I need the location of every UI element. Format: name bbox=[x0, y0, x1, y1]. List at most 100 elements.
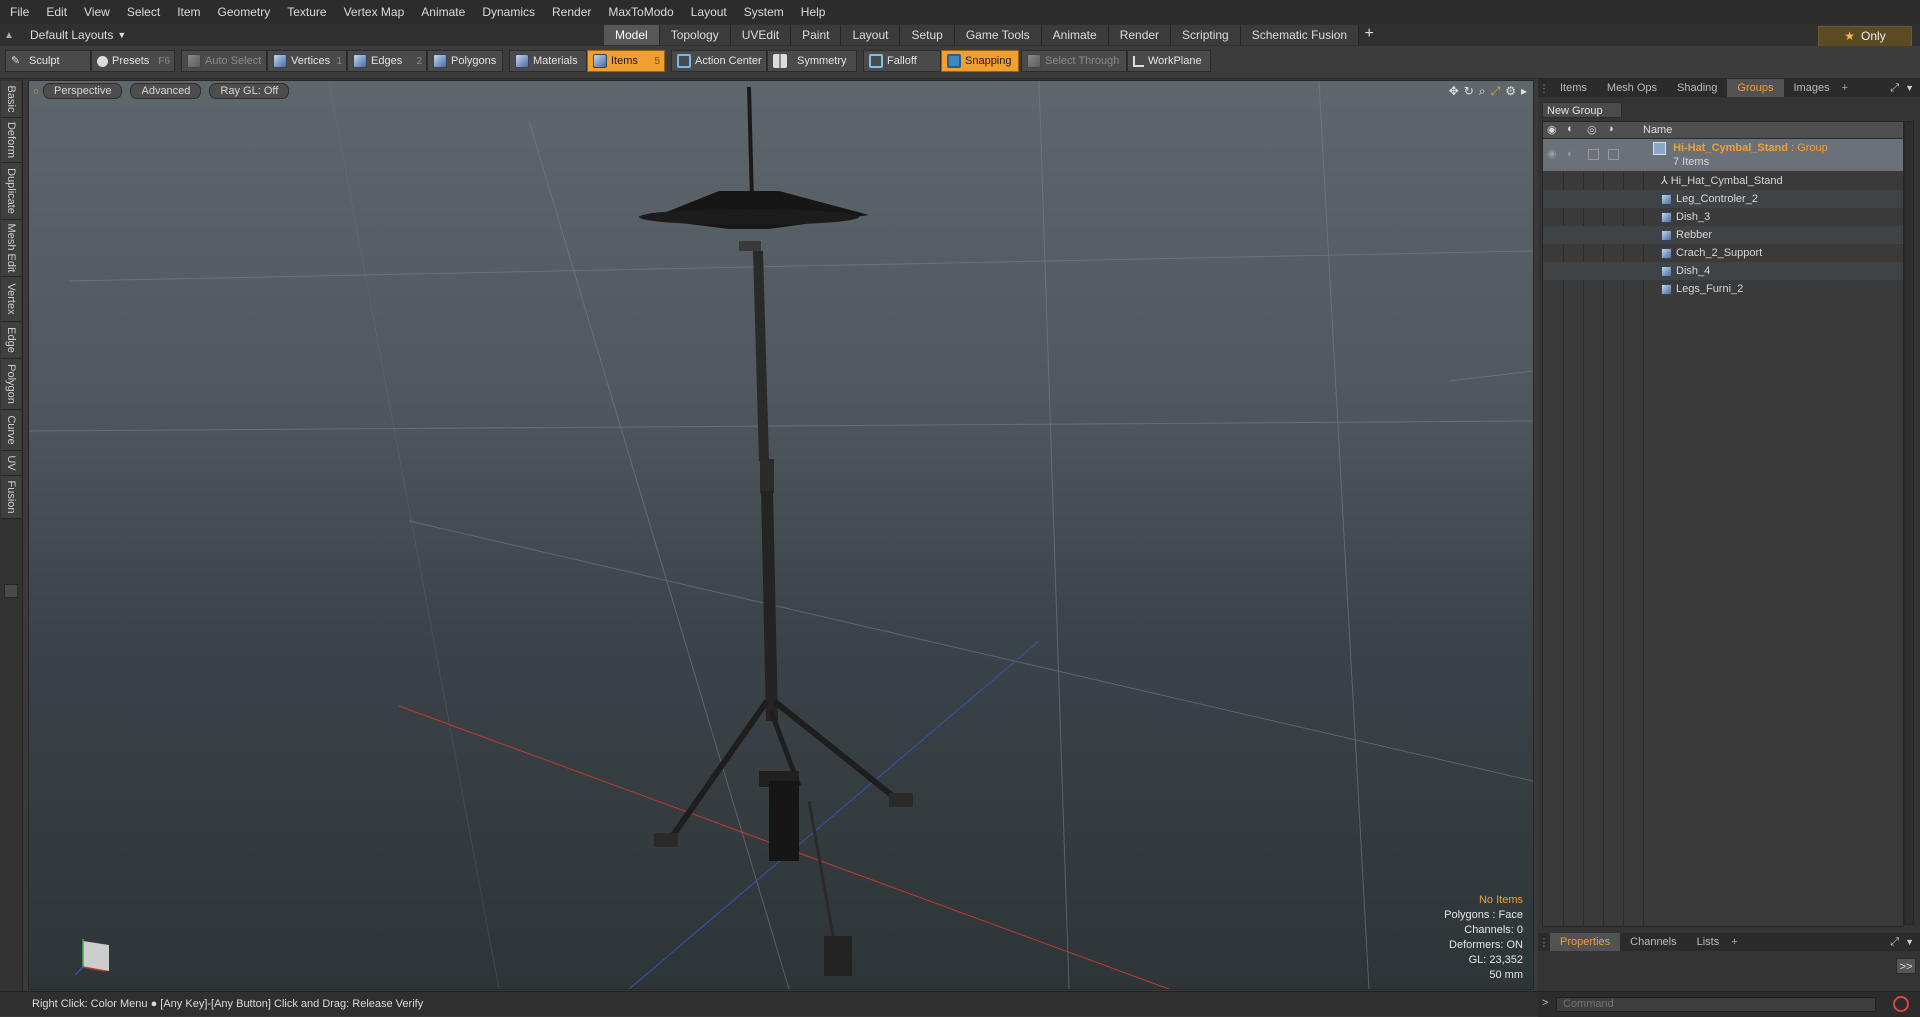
outliner-scrollbar[interactable] bbox=[1904, 121, 1914, 925]
list-item[interactable]: Crach_2_Support bbox=[1543, 244, 1903, 262]
menu-item[interactable]: Item bbox=[167, 0, 207, 24]
menu-animate[interactable]: Animate bbox=[411, 0, 472, 24]
only-toggle-button[interactable]: ★ Only bbox=[1818, 26, 1912, 47]
add-properties-tab-icon[interactable]: + bbox=[1731, 936, 1737, 948]
tab-channels[interactable]: Channels bbox=[1620, 933, 1686, 951]
tabs-config-button[interactable] bbox=[4, 584, 18, 598]
group-select-checkbox[interactable] bbox=[1608, 149, 1619, 160]
workplane-button[interactable]: WorkPlane bbox=[1127, 50, 1211, 72]
menu-texture[interactable]: Texture bbox=[277, 0, 333, 24]
render-icon[interactable]: ◐ bbox=[1567, 123, 1574, 135]
list-item[interactable]: Rebber bbox=[1543, 226, 1903, 244]
tab-images[interactable]: Images bbox=[1784, 79, 1840, 97]
snapping-button[interactable]: Snapping bbox=[941, 50, 1019, 72]
vtab-deform[interactable]: Deform bbox=[1, 118, 21, 163]
menu-select[interactable]: Select bbox=[117, 0, 167, 24]
tab-paint[interactable]: Paint bbox=[791, 25, 842, 45]
menu-dynamics[interactable]: Dynamics bbox=[472, 0, 542, 24]
rotate-icon[interactable]: ↻ bbox=[1464, 84, 1474, 99]
pan-icon[interactable]: ✥ bbox=[1449, 84, 1459, 99]
command-input[interactable] bbox=[1556, 997, 1876, 1012]
select-icon[interactable]: ◑ bbox=[1607, 123, 1614, 135]
vertices-button[interactable]: Vertices 1 bbox=[267, 50, 347, 72]
list-item[interactable]: Dish_3 bbox=[1543, 208, 1903, 226]
properties-maximize-icon[interactable]: ⤢ bbox=[1890, 936, 1899, 949]
auto-select-button[interactable]: Auto Select bbox=[181, 50, 267, 72]
list-item[interactable]: ⅄ Hi_Hat_Cymbal_Stand bbox=[1543, 172, 1903, 190]
expand-arrow-icon[interactable]: ▸ bbox=[1521, 84, 1527, 99]
viewport-menu-icon[interactable]: ○ bbox=[29, 86, 43, 96]
layout-selector[interactable]: ▲ Default Layouts ▼ bbox=[2, 24, 126, 46]
column-name[interactable]: Name bbox=[1643, 124, 1672, 136]
tab-animate[interactable]: Animate bbox=[1041, 25, 1109, 45]
properties-grip-icon[interactable]: ⋮ bbox=[1538, 936, 1550, 949]
list-item[interactable]: Leg_Controler_2 bbox=[1543, 190, 1903, 208]
group-render-icon[interactable]: ◐ bbox=[1567, 145, 1574, 163]
collapse-up-icon[interactable]: ▲ bbox=[2, 30, 16, 41]
visibility-eye-icon[interactable]: ◉ bbox=[1547, 123, 1557, 136]
expand-properties-button[interactable]: >> bbox=[1896, 958, 1916, 974]
materials-button[interactable]: Materials bbox=[509, 50, 587, 72]
menu-file[interactable]: File bbox=[0, 0, 36, 24]
symmetry-button[interactable]: Symmetry bbox=[767, 50, 857, 72]
tab-items[interactable]: Items bbox=[1550, 79, 1597, 97]
stop-record-icon[interactable] bbox=[1893, 996, 1909, 1012]
panel-maximize-icon[interactable]: ⤢ bbox=[1890, 82, 1899, 95]
tab-layout[interactable]: Layout bbox=[841, 25, 901, 45]
tab-shading[interactable]: Shading bbox=[1667, 79, 1727, 97]
menu-edit[interactable]: Edit bbox=[36, 0, 74, 24]
vtab-edge[interactable]: Edge bbox=[1, 322, 21, 359]
menu-maxtomodo[interactable]: MaxToModo bbox=[598, 0, 680, 24]
edges-button[interactable]: Edges 2 bbox=[347, 50, 427, 72]
presets-button[interactable]: Presets F6 bbox=[91, 50, 175, 72]
tab-render[interactable]: Render bbox=[1108, 25, 1172, 45]
menu-view[interactable]: View bbox=[74, 0, 117, 24]
panel-grip-icon[interactable]: ⋮ bbox=[1538, 82, 1550, 95]
menu-render[interactable]: Render bbox=[542, 0, 598, 24]
select-through-button[interactable]: Select Through bbox=[1021, 50, 1127, 72]
action-center-button[interactable]: Action Center bbox=[671, 50, 767, 72]
vtab-basic[interactable]: Basic bbox=[1, 81, 21, 118]
menu-layout[interactable]: Layout bbox=[681, 0, 734, 24]
menu-vertex-map[interactable]: Vertex Map bbox=[334, 0, 412, 24]
perspective-button[interactable]: Perspective bbox=[43, 83, 123, 99]
group-row[interactable]: ◉ ◐ Hi-Hat_Cymbal_Stand : Group 7 Items bbox=[1543, 139, 1903, 171]
vtab-uv[interactable]: UV bbox=[1, 451, 21, 476]
properties-options-icon[interactable]: ▼ bbox=[1905, 937, 1914, 947]
tab-setup[interactable]: Setup bbox=[900, 25, 955, 45]
group-visibility-icon[interactable]: ◉ bbox=[1547, 145, 1557, 163]
raygl-button[interactable]: Ray GL: Off bbox=[209, 83, 290, 99]
tab-mesh-ops[interactable]: Mesh Ops bbox=[1597, 79, 1667, 97]
vtab-curve[interactable]: Curve bbox=[1, 410, 21, 451]
tab-properties[interactable]: Properties bbox=[1550, 933, 1621, 951]
tab-schematic-fusion[interactable]: Schematic Fusion bbox=[1240, 25, 1360, 45]
vtab-fusion[interactable]: Fusion bbox=[1, 476, 21, 519]
items-button[interactable]: Items 5 bbox=[587, 50, 665, 72]
sculpt-button[interactable]: ✎ Sculpt bbox=[5, 50, 91, 72]
tab-lists[interactable]: Lists bbox=[1687, 933, 1730, 951]
add-panel-tab-icon[interactable]: + bbox=[1842, 82, 1848, 94]
vtab-duplicate[interactable]: Duplicate bbox=[1, 163, 21, 220]
add-tab-icon[interactable]: + bbox=[1359, 24, 1379, 46]
list-item[interactable]: Dish_4 bbox=[1543, 262, 1903, 280]
tab-model[interactable]: Model bbox=[604, 25, 660, 45]
group-lock-checkbox[interactable] bbox=[1588, 149, 1599, 160]
3d-viewport[interactable]: ○ Perspective Advanced Ray GL: Off ✥ ↻ ⌕… bbox=[28, 80, 1534, 990]
advanced-button[interactable]: Advanced bbox=[130, 83, 202, 99]
polygons-button[interactable]: Polygons bbox=[427, 50, 503, 72]
menu-geometry[interactable]: Geometry bbox=[208, 0, 278, 24]
vtab-mesh-edit[interactable]: Mesh Edit bbox=[1, 220, 21, 277]
falloff-button[interactable]: Falloff bbox=[863, 50, 941, 72]
lock-icon[interactable]: ◎ bbox=[1587, 123, 1597, 136]
tab-groups[interactable]: Groups bbox=[1727, 79, 1784, 97]
tab-uvedit[interactable]: UVEdit bbox=[730, 25, 792, 45]
vtab-polygon[interactable]: Polygon bbox=[1, 359, 21, 410]
new-group-button[interactable]: New Group bbox=[1542, 102, 1622, 118]
panel-options-icon[interactable]: ▼ bbox=[1905, 83, 1914, 93]
fit-icon[interactable]: ⤢ bbox=[1491, 84, 1501, 99]
settings-gear-icon[interactable]: ⚙ bbox=[1505, 84, 1516, 99]
tab-game-tools[interactable]: Game Tools bbox=[954, 25, 1042, 45]
menu-system[interactable]: System bbox=[734, 0, 791, 24]
vtab-vertex[interactable]: Vertex bbox=[1, 277, 21, 322]
tab-scripting[interactable]: Scripting bbox=[1171, 25, 1241, 45]
